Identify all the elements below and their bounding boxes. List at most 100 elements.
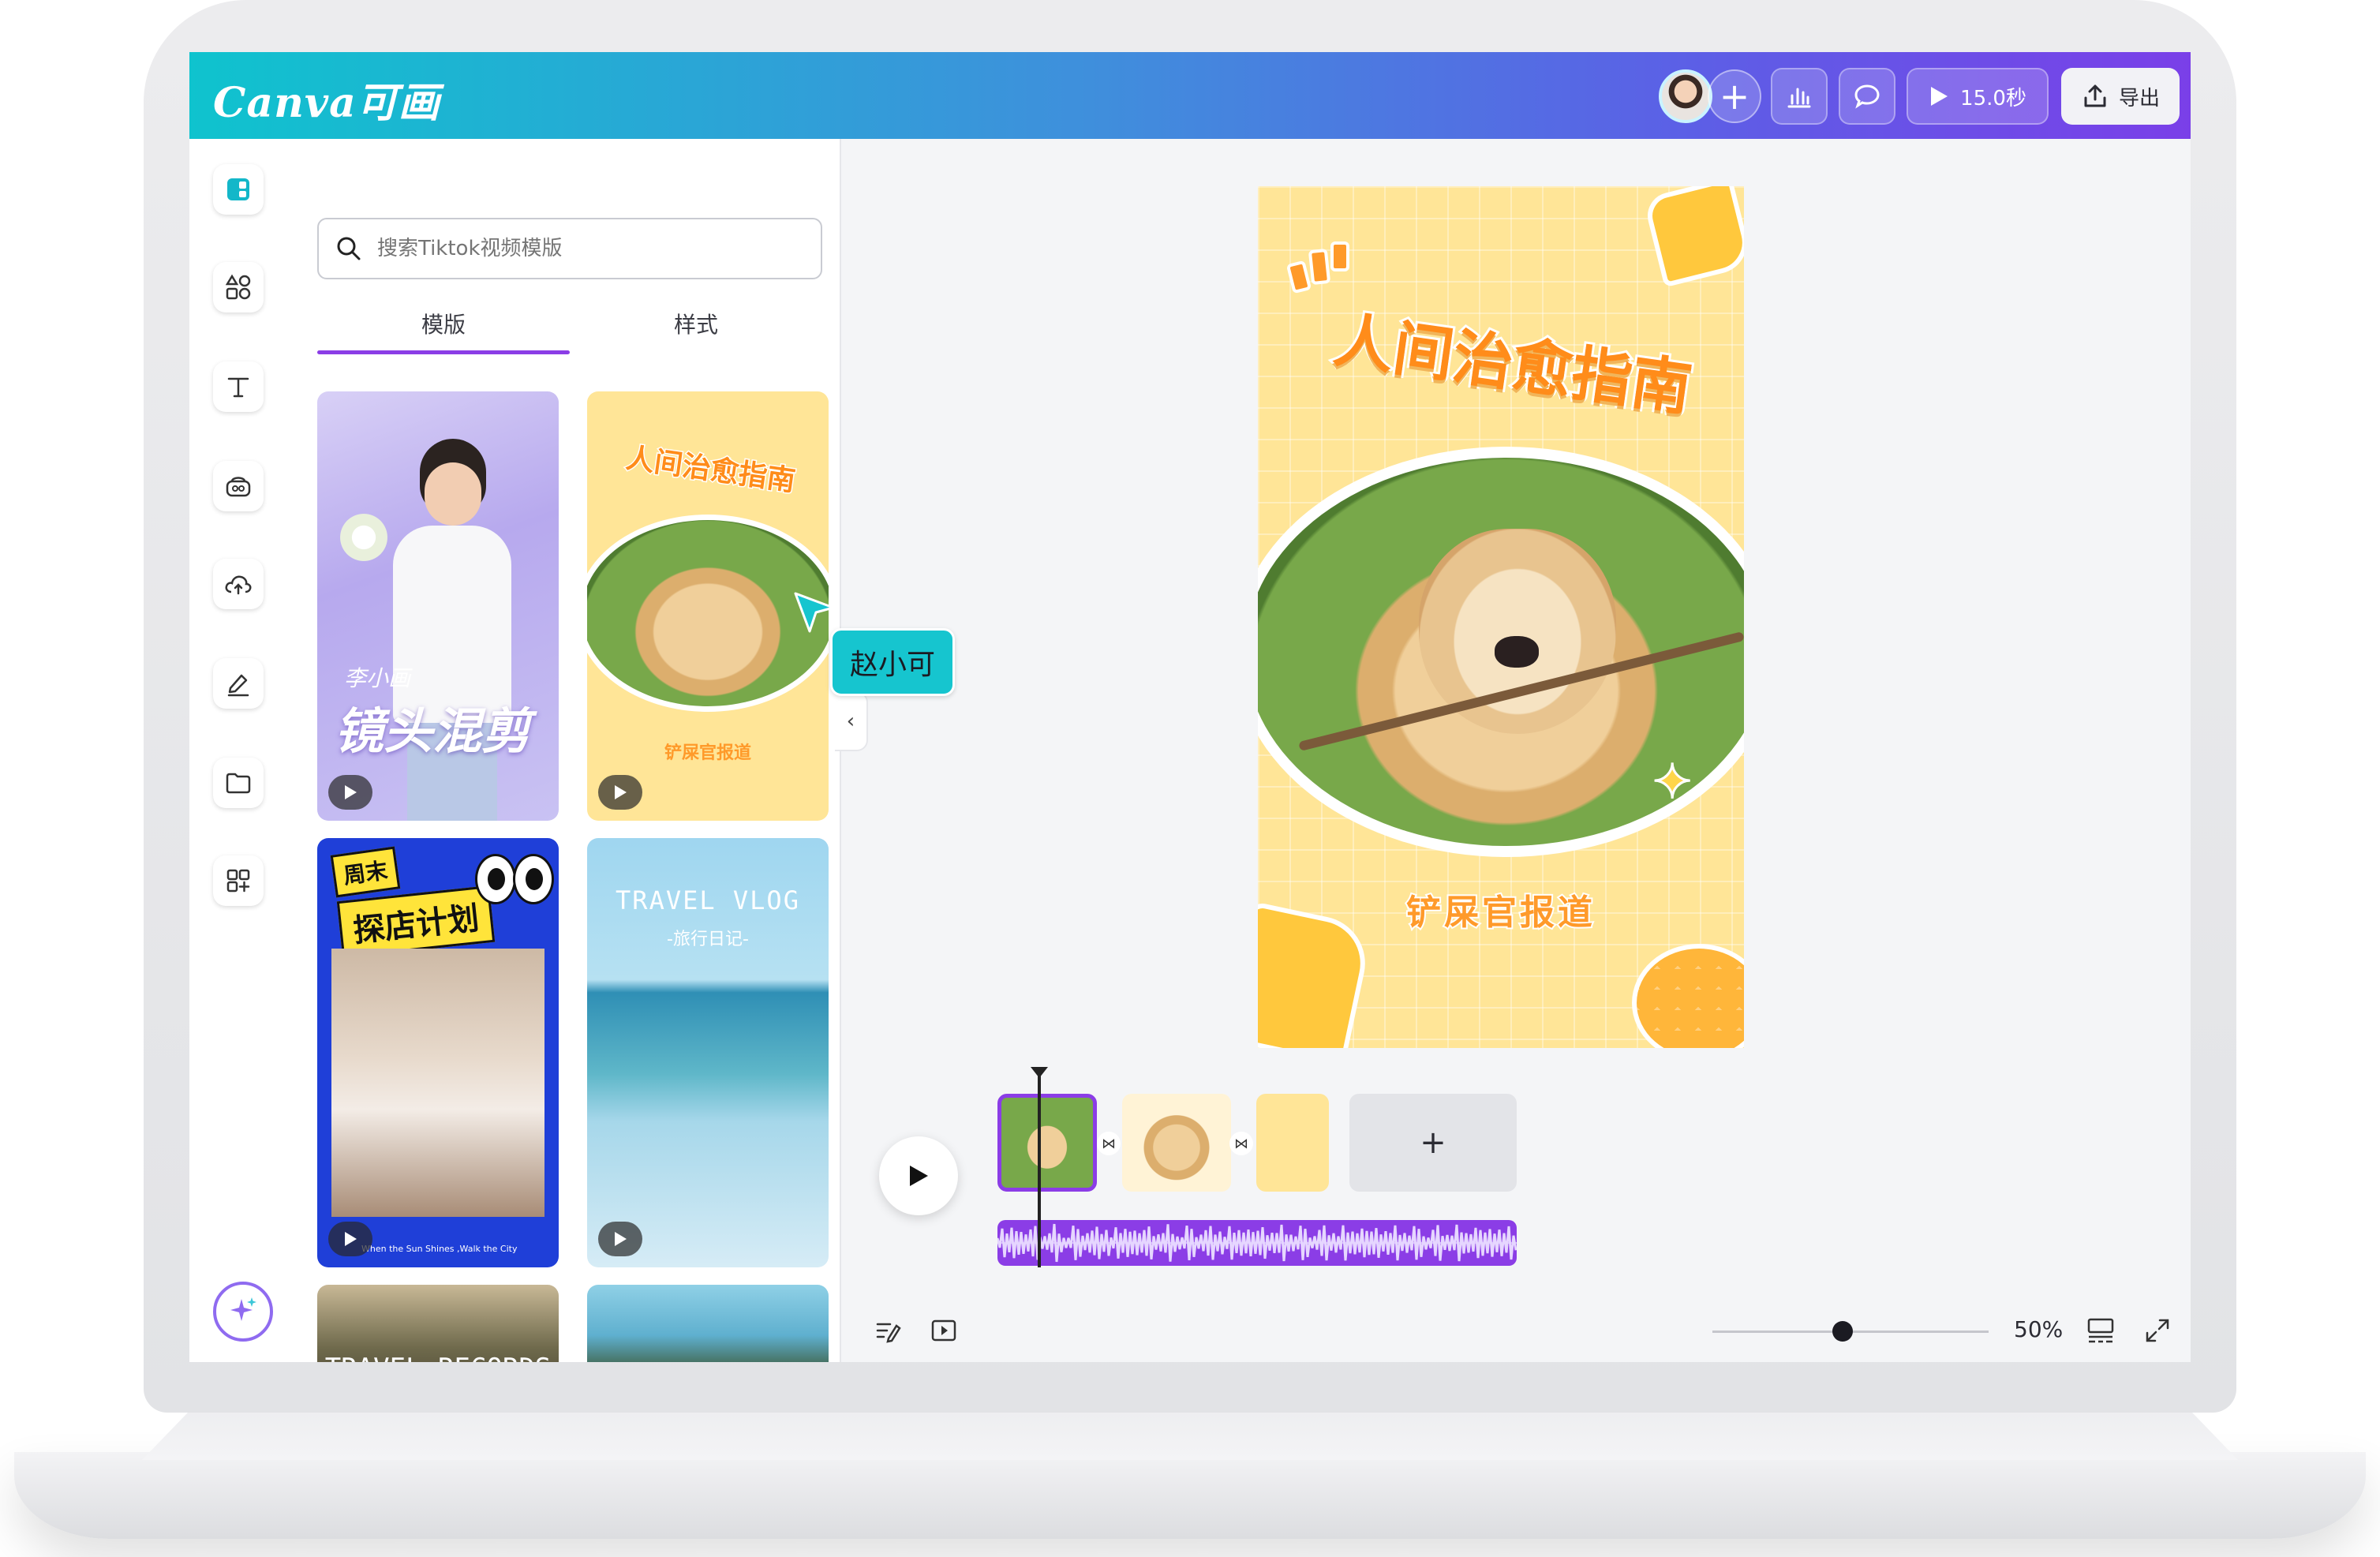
play-icon <box>345 1232 357 1246</box>
street-photo <box>331 949 544 1217</box>
timing-button[interactable] <box>928 1315 960 1346</box>
active-tab-indicator <box>317 350 570 354</box>
design-title-text[interactable]: 人间治愈指南 <box>1304 287 1723 430</box>
template-3-title: 探店计划 <box>336 885 496 958</box>
video-badge <box>328 1222 372 1256</box>
folder-icon <box>226 773 251 794</box>
preview-play-button[interactable]: 15.0秒 <box>1907 68 2049 125</box>
panel-collapse-button[interactable]: ‹ <box>835 691 868 751</box>
template-1-title: 镜头混剪 <box>335 702 531 760</box>
template-card-4[interactable]: TRAVEL VLOG -旅行日记- <box>587 838 829 1267</box>
cheese-sticker-top <box>1642 186 1744 288</box>
video-badge <box>598 1222 642 1256</box>
add-collaborator-button[interactable]: + <box>1708 69 1761 123</box>
zoom-level-label: 50% <box>2014 1316 2064 1342</box>
export-label: 导出 <box>2118 86 2160 110</box>
design-canvas[interactable]: 人间治愈指南 ✦ 铲屎官报道 <box>1258 186 1744 1048</box>
export-button[interactable]: 导出 <box>2061 68 2180 125</box>
sidebar-item-templates[interactable] <box>213 164 264 215</box>
transition-button[interactable]: ⋈ <box>1097 1132 1121 1155</box>
audio-track[interactable] <box>997 1220 1517 1266</box>
sidebar-item-elements[interactable] <box>213 262 264 313</box>
template-3-subtitle: 周末 <box>330 846 401 898</box>
apps-grid-icon <box>226 869 250 893</box>
insights-button[interactable] <box>1771 68 1828 125</box>
video-badge <box>328 775 372 810</box>
play-icon <box>345 785 357 799</box>
comment-icon <box>1854 84 1880 109</box>
dog-face <box>1419 529 1616 734</box>
fullscreen-button[interactable] <box>2142 1315 2173 1346</box>
template-2-title: 人间治愈指南 <box>623 441 799 500</box>
notes-button[interactable] <box>873 1315 904 1346</box>
page-view-button[interactable] <box>2085 1315 2116 1346</box>
plus-icon: + <box>1719 75 1750 118</box>
template-2-subtitle: 铲屎官报道 <box>664 743 751 763</box>
template-card-3[interactable]: 周末 探店计划 When the Sun Shines ,Walk the Ci… <box>317 838 559 1267</box>
timeline-clip-1[interactable] <box>997 1094 1097 1192</box>
tab-styles[interactable]: 样式 <box>570 308 822 339</box>
expand-icon <box>2146 1319 2169 1342</box>
dog-nose <box>1495 636 1539 668</box>
melon-bun-sticker <box>1632 944 1744 1048</box>
left-sidebar-rail <box>189 139 284 1362</box>
bar-chart-icon <box>1787 88 1811 108</box>
sidebar-item-uploads[interactable] <box>213 559 264 609</box>
magic-assistant-button[interactable] <box>213 1282 273 1342</box>
waveform-icon <box>997 1223 1517 1263</box>
template-card-6[interactable] <box>587 1285 829 1362</box>
canva-logo[interactable]: Canva可画 <box>213 69 440 129</box>
timeline-play-button[interactable] <box>879 1136 958 1215</box>
template-4-subtitle: -旅行日记- <box>667 930 749 949</box>
duration-label: 15.0秒 <box>1960 86 2026 110</box>
templates-panel: 模版 样式 李小画 镜头混剪 人间治愈指南 铲屎官报道 <box>284 139 841 1362</box>
comment-button[interactable] <box>1839 68 1895 125</box>
add-clip-button[interactable]: + <box>1349 1094 1517 1192</box>
template-layout-icon <box>227 178 249 200</box>
collaborator-cursor-icon <box>794 592 835 633</box>
top-header: Canva可画 + 15.0秒 导出 <box>189 52 2191 139</box>
sidebar-item-draw[interactable] <box>213 658 264 709</box>
sparkle-stars-sticker: ✦ <box>1652 754 1693 811</box>
zoom-slider-handle[interactable] <box>1832 1321 1853 1342</box>
sidebar-item-text[interactable] <box>213 361 264 412</box>
sidebar-item-apps[interactable] <box>213 855 264 906</box>
transition-button[interactable]: ⋈ <box>1229 1132 1253 1155</box>
editor-screen: Canva可画 + 15.0秒 导出 搜索Tiktok视频模版 模版 样式 李小… <box>189 52 2191 1362</box>
laptop-base <box>14 1452 2366 1539</box>
search-icon <box>337 237 361 260</box>
template-1-subtitle: 李小画 <box>344 665 411 691</box>
play-icon <box>910 1166 928 1186</box>
pen-icon <box>227 674 249 697</box>
cloud-upload-icon <box>225 575 252 595</box>
grid-view-icon <box>2087 1318 2114 1343</box>
text-icon <box>227 377 249 398</box>
chevron-left-icon: ‹ <box>846 709 855 733</box>
playhead-handle[interactable] <box>1031 1067 1048 1078</box>
shapes-icon <box>225 274 251 300</box>
play-icon <box>615 1232 627 1246</box>
flower-bouquet <box>336 510 391 565</box>
video-frame-icon <box>931 1319 956 1342</box>
timeline-playhead[interactable] <box>1038 1070 1041 1267</box>
timeline-clip-3[interactable] <box>1256 1094 1329 1192</box>
template-search-input[interactable] <box>376 236 805 261</box>
notes-icon <box>876 1323 901 1343</box>
sidebar-item-brand[interactable] <box>213 461 264 511</box>
template-person-figure <box>393 439 511 821</box>
template-3-caption: When the Sun Shines ,Walk the City <box>361 1244 518 1254</box>
template-5-title: TRAVEL RECORDS <box>317 1353 559 1362</box>
video-badge <box>598 775 642 810</box>
tab-templates[interactable]: 模版 <box>317 308 570 339</box>
cartoon-eyes <box>475 854 554 904</box>
spark-lines-sticker <box>1285 241 1353 294</box>
timeline-clip-2[interactable] <box>1122 1094 1231 1192</box>
template-card-5[interactable]: TRAVEL RECORDS <box>317 1285 559 1362</box>
user-avatar[interactable] <box>1659 69 1712 123</box>
brand-kit-icon <box>226 477 251 497</box>
template-4-title: TRAVEL VLOG <box>616 885 800 915</box>
sidebar-item-projects[interactable] <box>213 758 264 808</box>
template-card-1[interactable]: 李小画 镜头混剪 <box>317 391 559 821</box>
template-search-box[interactable] <box>317 218 822 279</box>
upload-icon <box>2084 84 2106 107</box>
